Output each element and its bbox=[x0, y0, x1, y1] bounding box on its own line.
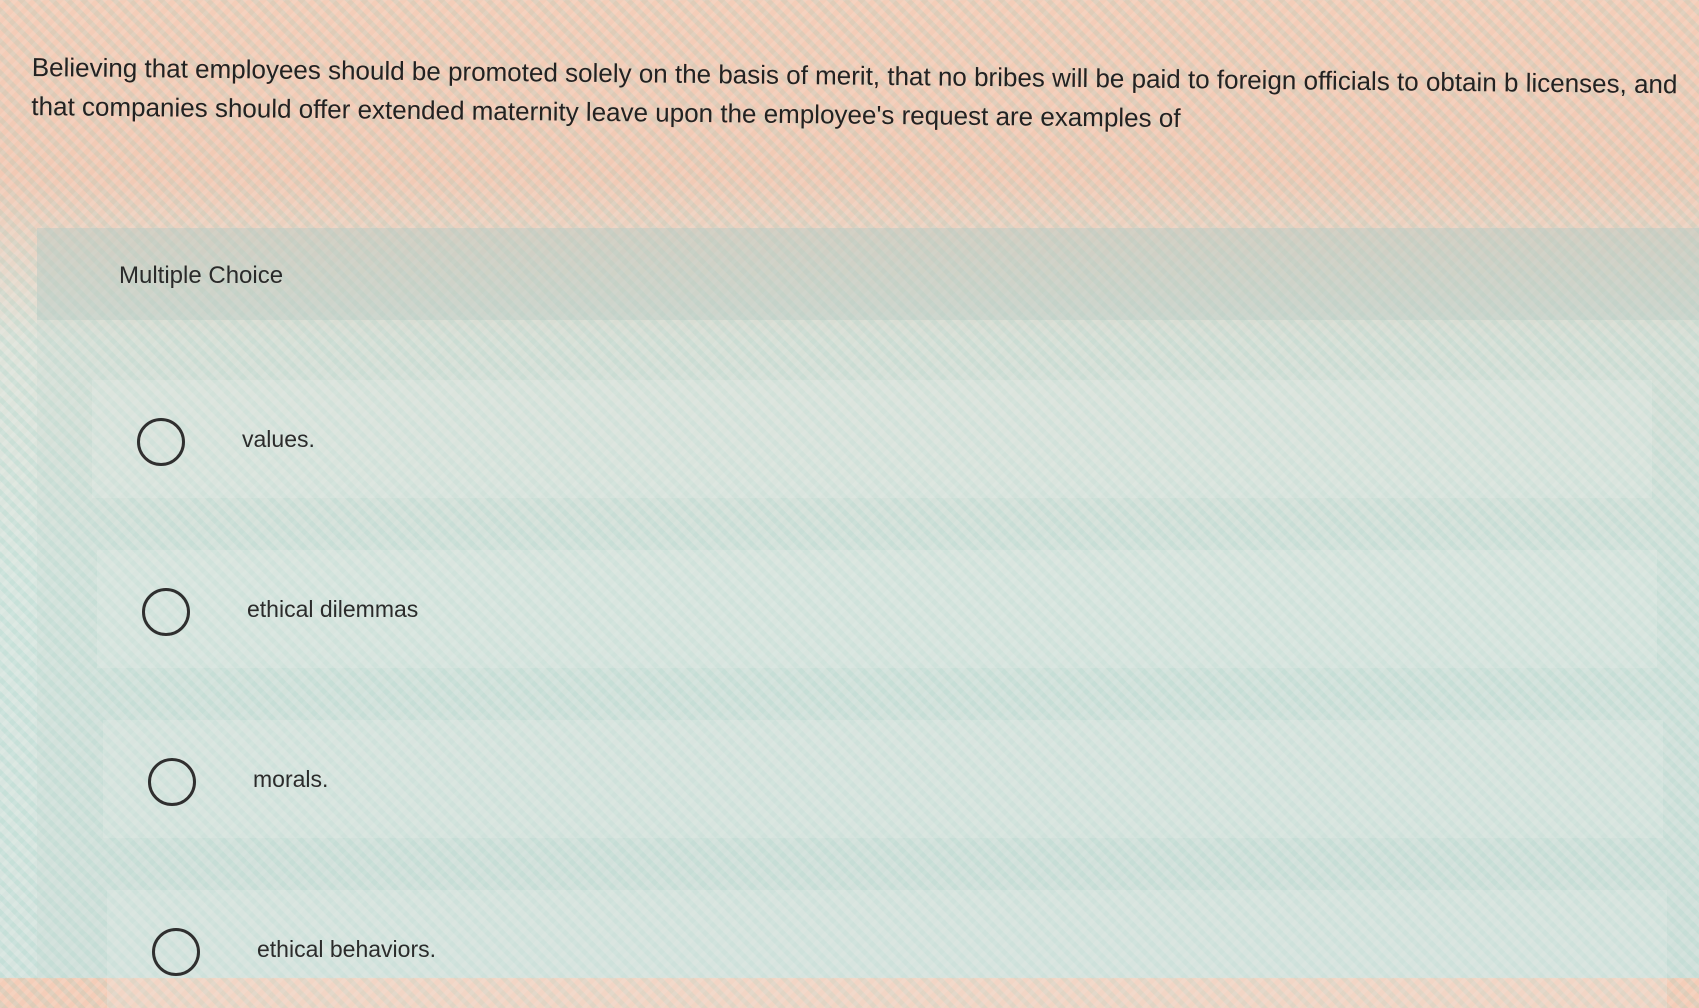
option-label: ethical dilemmas bbox=[247, 596, 419, 622]
option-ethical-dilemmas[interactable]: ethical dilemmas bbox=[97, 550, 1657, 668]
option-morals[interactable]: morals. bbox=[103, 720, 1663, 838]
panel-title: Multiple Choice bbox=[119, 262, 284, 289]
option-ethical-behaviors[interactable]: ethical behaviors. bbox=[107, 890, 1667, 1008]
panel-header: Multiple Choice bbox=[37, 228, 1699, 320]
option-values[interactable]: values. bbox=[92, 380, 1652, 498]
radio-button[interactable] bbox=[142, 588, 190, 636]
option-label: ethical behaviors. bbox=[257, 936, 436, 962]
multiple-choice-panel: Multiple Choice values. ethical dilemmas… bbox=[37, 228, 1699, 1008]
radio-button[interactable] bbox=[137, 418, 185, 466]
radio-button[interactable] bbox=[148, 758, 196, 806]
radio-button[interactable] bbox=[152, 928, 200, 976]
option-label: morals. bbox=[253, 766, 329, 792]
option-label: values. bbox=[242, 426, 315, 452]
question-text: Believing that employees should be promo… bbox=[31, 51, 1678, 134]
